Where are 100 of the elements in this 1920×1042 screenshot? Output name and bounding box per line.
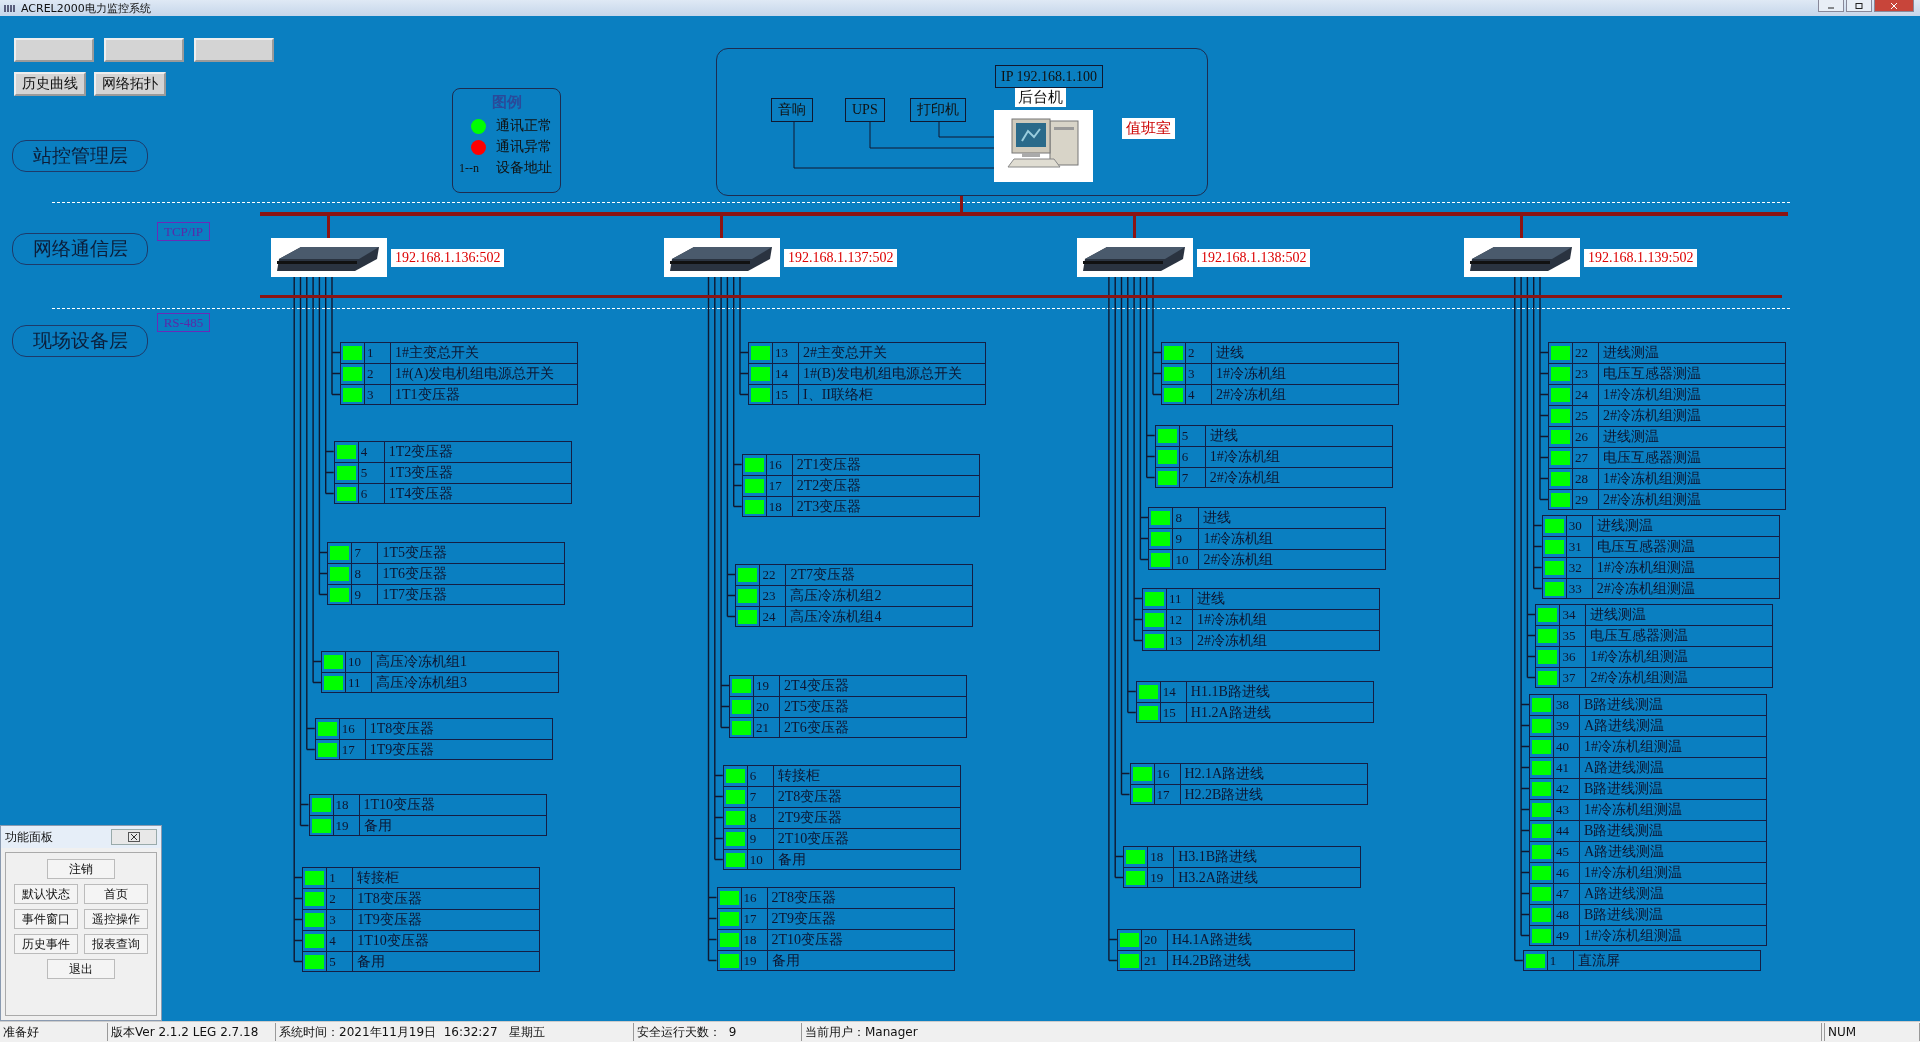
device-name[interactable]: 2T3变压器 bbox=[792, 497, 979, 517]
device-name[interactable]: 2T10变压器 bbox=[773, 829, 960, 849]
device-name[interactable]: 2T1变压器 bbox=[792, 455, 979, 475]
device-name[interactable]: 1T2变压器 bbox=[384, 442, 571, 462]
device-name[interactable]: H2.1A路进线 bbox=[1180, 764, 1367, 784]
device-name[interactable]: H3.1B路进线 bbox=[1174, 847, 1361, 867]
device-name[interactable]: A路进线测温 bbox=[1580, 758, 1767, 778]
device-name[interactable]: A路进线测温 bbox=[1580, 716, 1767, 736]
device-name[interactable]: 2T8变压器 bbox=[773, 787, 960, 807]
device-name[interactable]: 2T9变压器 bbox=[773, 808, 960, 828]
device-name[interactable]: 1#冷冻机组测温 bbox=[1592, 558, 1779, 578]
device-name[interactable]: 电压互感器测温 bbox=[1586, 626, 1773, 646]
close-button[interactable] bbox=[111, 829, 157, 845]
device-name[interactable]: 2T10变压器 bbox=[767, 930, 954, 950]
device-name[interactable]: 2T5变压器 bbox=[780, 697, 967, 717]
device-name[interactable]: 高压冷冻机组3 bbox=[372, 673, 559, 693]
device-name[interactable]: 2#冷冻机组 bbox=[1212, 385, 1398, 405]
panel-button[interactable]: 报表查询 bbox=[84, 934, 148, 954]
toolbar-button[interactable] bbox=[104, 38, 184, 62]
device-name[interactable]: I、II联络柜 bbox=[799, 385, 985, 405]
device-name[interactable]: 2T9变压器 bbox=[767, 909, 954, 929]
device-name[interactable]: 1T9变压器 bbox=[353, 910, 540, 930]
device-name[interactable]: H1.1B路进线 bbox=[1186, 682, 1373, 702]
close-button[interactable] bbox=[1874, 0, 1914, 12]
device-name[interactable]: 电压互感器测温 bbox=[1599, 448, 1785, 468]
device-name[interactable]: B路进线测温 bbox=[1580, 905, 1767, 925]
device-name[interactable]: 1T10变压器 bbox=[359, 795, 546, 815]
panel-button[interactable]: 遥控操作 bbox=[84, 909, 148, 929]
device-name[interactable]: 2#冷冻机组 bbox=[1193, 631, 1380, 651]
device-name[interactable]: 1#冷冻机组测温 bbox=[1580, 863, 1767, 883]
panel-button[interactable]: 退出 bbox=[47, 959, 115, 979]
device-name[interactable]: 2#冷冻机组测温 bbox=[1599, 406, 1785, 426]
device-name[interactable]: 直流屏 bbox=[1573, 951, 1760, 971]
device-name[interactable]: 高压冷冻机组4 bbox=[786, 607, 973, 627]
device-name[interactable]: 1T7变压器 bbox=[378, 585, 565, 605]
device-name[interactable]: 备用 bbox=[767, 951, 954, 971]
device-name[interactable]: 进线 bbox=[1199, 508, 1386, 528]
device-name[interactable]: 1#冷冻机组 bbox=[1212, 364, 1398, 384]
device-name[interactable]: 2#冷冻机组测温 bbox=[1592, 579, 1779, 599]
device-name[interactable]: 备用 bbox=[353, 952, 540, 972]
device-name[interactable]: A路进线测温 bbox=[1580, 842, 1767, 862]
device-name[interactable]: 备用 bbox=[359, 816, 546, 836]
device-name[interactable]: 进线测温 bbox=[1586, 605, 1773, 625]
device-name[interactable]: 备用 bbox=[773, 850, 960, 870]
panel-button[interactable]: 注销 bbox=[47, 859, 115, 879]
panel-button[interactable]: 历史事件 bbox=[14, 934, 78, 954]
device-name[interactable]: 1T8变压器 bbox=[353, 889, 540, 909]
device-name[interactable]: 1T10变压器 bbox=[353, 931, 540, 951]
device-name[interactable]: 2#冷冻机组测温 bbox=[1599, 490, 1785, 510]
device-name[interactable]: 1#(A)发电机组电源总开关 bbox=[391, 364, 577, 384]
device-name[interactable]: 1#主变总开关 bbox=[391, 343, 577, 363]
device-name[interactable]: 高压冷冻机组1 bbox=[372, 652, 559, 672]
toolbar-button[interactable]: 网络拓扑 bbox=[94, 72, 166, 96]
device-name[interactable]: 2#冷冻机组 bbox=[1205, 468, 1392, 488]
device-name[interactable]: 1#冷冻机组 bbox=[1193, 610, 1380, 630]
device-name[interactable]: 2#冷冻机组 bbox=[1199, 550, 1386, 570]
device-name[interactable]: 1#(B)发电机组电源总开关 bbox=[799, 364, 985, 384]
toolbar-button[interactable] bbox=[194, 38, 274, 62]
device-name[interactable]: 进线 bbox=[1205, 426, 1392, 446]
device-name[interactable]: B路进线测温 bbox=[1580, 695, 1767, 715]
device-name[interactable]: 电压互感器测温 bbox=[1599, 364, 1785, 384]
device-name[interactable]: 1T6变压器 bbox=[378, 564, 565, 584]
device-name[interactable]: 1T4变压器 bbox=[384, 484, 571, 504]
device-name[interactable]: 电压互感器测温 bbox=[1592, 537, 1779, 557]
device-name[interactable]: H1.2A路进线 bbox=[1186, 703, 1373, 723]
device-name[interactable]: B路进线测温 bbox=[1580, 821, 1767, 841]
device-name[interactable]: 2T4变压器 bbox=[780, 676, 967, 696]
panel-button[interactable]: 首页 bbox=[84, 884, 148, 904]
device-name[interactable]: 2T8变压器 bbox=[767, 888, 954, 908]
device-name[interactable]: H2.2B路进线 bbox=[1180, 785, 1367, 805]
device-name[interactable]: 1T5变压器 bbox=[378, 543, 565, 563]
maximize-button[interactable] bbox=[1846, 0, 1872, 12]
device-name[interactable]: 进线 bbox=[1193, 589, 1380, 609]
toolbar-button[interactable] bbox=[14, 38, 94, 62]
device-name[interactable]: 1#冷冻机组测温 bbox=[1580, 737, 1767, 757]
device-name[interactable]: 2T7变压器 bbox=[786, 565, 973, 585]
device-name[interactable]: 1T3变压器 bbox=[384, 463, 571, 483]
device-name[interactable]: 进线测温 bbox=[1599, 427, 1785, 447]
device-name[interactable]: 1#冷冻机组 bbox=[1199, 529, 1386, 549]
device-name[interactable]: 1#冷冻机组测温 bbox=[1580, 926, 1767, 946]
device-name[interactable]: 进线测温 bbox=[1592, 516, 1779, 536]
device-name[interactable]: A路进线测温 bbox=[1580, 884, 1767, 904]
device-name[interactable]: 2T6变压器 bbox=[780, 718, 967, 738]
device-name[interactable]: 转接柜 bbox=[773, 766, 960, 786]
device-name[interactable]: 高压冷冻机组2 bbox=[786, 586, 973, 606]
device-name[interactable]: 1T8变压器 bbox=[365, 719, 552, 739]
toolbar-button[interactable]: 历史曲线 bbox=[14, 72, 86, 96]
device-name[interactable]: 1T1变压器 bbox=[391, 385, 577, 405]
device-name[interactable]: 1#冷冻机组测温 bbox=[1599, 469, 1785, 489]
device-name[interactable]: 1#冷冻机组 bbox=[1205, 447, 1392, 467]
device-name[interactable]: 1#冷冻机组测温 bbox=[1586, 647, 1773, 667]
device-name[interactable]: 1#冷冻机组测温 bbox=[1599, 385, 1785, 405]
device-name[interactable]: 转接柜 bbox=[353, 868, 540, 888]
device-name[interactable]: 2#冷冻机组测温 bbox=[1586, 668, 1773, 688]
device-name[interactable]: 进线 bbox=[1212, 343, 1398, 363]
device-name[interactable]: 2#主变总开关 bbox=[799, 343, 985, 363]
panel-button[interactable]: 默认状态 bbox=[14, 884, 78, 904]
device-name[interactable]: H4.2B路进线 bbox=[1167, 951, 1354, 971]
device-name[interactable]: H3.2A路进线 bbox=[1174, 868, 1361, 888]
device-name[interactable]: H4.1A路进线 bbox=[1167, 930, 1354, 950]
